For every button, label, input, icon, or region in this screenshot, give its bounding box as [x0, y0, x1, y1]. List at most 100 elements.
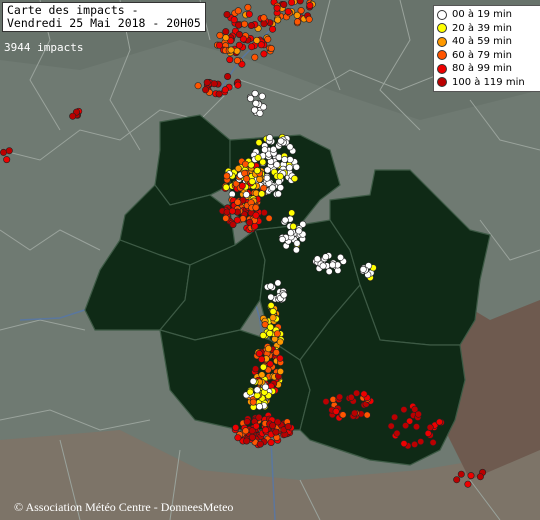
lightning-strike: [267, 293, 275, 301]
lightning-strike: [293, 11, 301, 19]
lightning-strike: [234, 81, 242, 89]
lightning-strike: [329, 261, 337, 269]
lightning-strike: [239, 215, 247, 223]
lightning-strike: [259, 363, 267, 371]
lightning-strike: [251, 53, 259, 61]
lightning-strike: [360, 390, 368, 398]
lightning-strike: [276, 338, 284, 346]
lightning-strike: [387, 422, 395, 430]
lightning-strike: [269, 422, 277, 430]
lightning-strike: [280, 0, 288, 9]
lightning-strike: [264, 166, 272, 174]
legend-label: 100 à 119 min: [452, 76, 525, 88]
lightning-strike: [255, 403, 263, 411]
lightning-strike: [260, 14, 268, 22]
lightning-strike: [322, 253, 330, 261]
lightning-strike: [222, 28, 230, 36]
lightning-strike: [243, 418, 251, 426]
map-title-box: Carte des impacts - Vendredi 25 Mai 2018…: [2, 2, 206, 32]
lightning-strike: [234, 434, 242, 442]
lightning-strike: [252, 211, 260, 219]
lightning-strike: [233, 47, 241, 55]
lightning-strike: [267, 438, 275, 446]
lightning-strike: [227, 46, 235, 54]
lightning-strike: [267, 301, 275, 309]
lightning-strike: [228, 207, 236, 215]
lightning-strike: [281, 156, 289, 164]
lightning-strike: [267, 282, 275, 290]
lightning-strike: [202, 86, 210, 94]
lightning-strike: [249, 377, 257, 385]
legend-label: 40 à 59 min: [452, 36, 512, 48]
lightning-strike: [291, 175, 299, 183]
lightning-strike: [222, 183, 230, 191]
lightning-strike: [424, 429, 432, 437]
lightning-strike: [249, 398, 257, 406]
lightning-strike: [336, 393, 344, 401]
lightning-strike: [203, 78, 211, 86]
lightning-strike: [429, 438, 437, 446]
lightning-strike: [224, 73, 232, 81]
legend-label: 00 à 19 min: [452, 9, 512, 21]
lightning-strike: [276, 354, 284, 362]
lightning-strike: [288, 0, 296, 6]
lightning-strike: [260, 50, 268, 58]
lightning-strike: [293, 239, 301, 247]
lightning-strike: [272, 348, 280, 356]
legend-item: 40 à 59 min: [437, 35, 538, 49]
lightning-strike: [255, 413, 263, 421]
lightning-strike: [264, 35, 272, 43]
lightning-strike: [266, 134, 274, 142]
lightning-strike: [284, 8, 292, 16]
lightning-strike: [347, 393, 355, 401]
lightning-strike: [274, 16, 282, 24]
lightning-strike: [412, 423, 420, 431]
lightning-strike: [241, 20, 249, 28]
lightning-strike: [222, 214, 230, 222]
legend-item: 100 à 119 min: [437, 76, 538, 90]
lightning-strike: [391, 413, 399, 421]
lightning-strike: [255, 349, 263, 357]
lightning-strike: [246, 218, 254, 226]
lightning-strike: [5, 147, 13, 155]
lightning-strike: [278, 235, 286, 243]
lightning-strike: [244, 3, 252, 11]
lightning-strike: [292, 246, 300, 254]
lightning-strike: [216, 41, 224, 49]
lightning-strike: [256, 440, 264, 448]
lightning-strike: [248, 433, 256, 441]
lightning-strike: [274, 279, 282, 287]
lightning-strike: [0, 148, 7, 156]
lightning-strike: [363, 411, 371, 419]
legend-swatch-icon: [437, 9, 447, 20]
lightning-strike: [353, 389, 361, 397]
lightning-strike: [246, 388, 254, 396]
legend: 00 à 19 min 20 à 39 min 40 à 59 min 60 à…: [433, 5, 540, 92]
lightning-strike: [267, 44, 275, 52]
legend-swatch-icon: [437, 77, 447, 88]
lightning-strike: [260, 209, 268, 217]
lightning-strike: [3, 156, 11, 164]
lightning-strike: [247, 21, 255, 29]
lightning-strike: [467, 472, 475, 480]
legend-item: 00 à 19 min: [437, 8, 538, 22]
lightning-strike: [292, 163, 300, 171]
lightning-strike: [226, 56, 234, 64]
lightning-strike: [223, 172, 231, 180]
lightning-strike: [288, 209, 296, 217]
lightning-strike: [402, 422, 410, 430]
lightning-strike: [252, 422, 260, 430]
lightning-strike: [269, 314, 277, 322]
lightning-strike: [251, 90, 259, 98]
lightning-strike: [287, 229, 295, 237]
lightning-strike: [276, 367, 284, 375]
lightning-strike: [277, 137, 285, 145]
lightning-strike: [258, 355, 266, 363]
legend-swatch-icon: [437, 23, 447, 34]
lightning-strike: [265, 214, 273, 222]
lightning-strike: [305, 15, 313, 23]
lightning-map: Carte des impacts - Vendredi 25 Mai 2018…: [0, 0, 540, 520]
lightning-strike: [296, 0, 304, 5]
lightning-strike: [400, 440, 408, 448]
lightning-strike: [269, 307, 277, 315]
